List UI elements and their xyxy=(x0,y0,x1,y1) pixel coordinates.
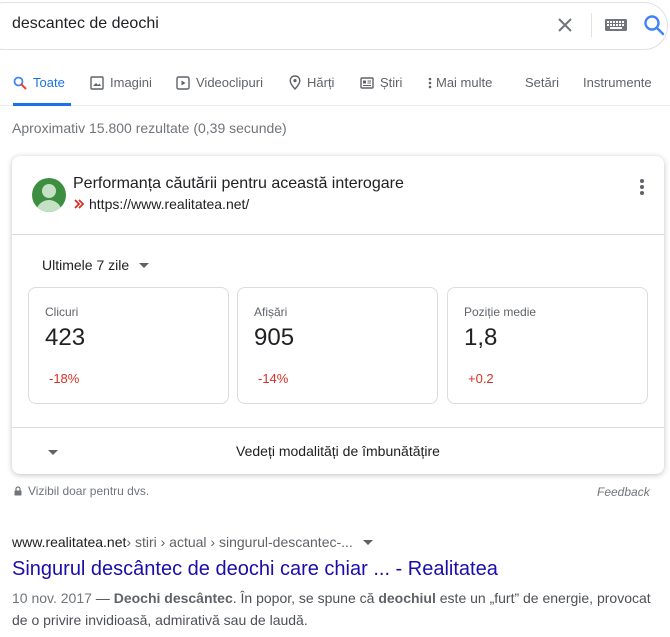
chevron-down-icon xyxy=(139,262,150,268)
metric-delta: -18% xyxy=(49,371,80,386)
tab-label: Imagini xyxy=(110,75,152,90)
tab-settings[interactable]: Setări xyxy=(525,75,559,90)
result-title-link[interactable]: Singurul descântec de deochi care chiar … xyxy=(12,558,498,581)
tab-news[interactable]: Știri xyxy=(360,75,402,90)
result-path: › stiri › actual › singurul-descantec-..… xyxy=(126,534,353,550)
close-icon[interactable] xyxy=(555,15,575,35)
more-vert-icon xyxy=(428,77,432,88)
search-icon[interactable] xyxy=(643,14,665,36)
tab-all[interactable]: Toate xyxy=(13,75,65,90)
feedback-link[interactable]: Feedback xyxy=(597,485,650,499)
card-site-url[interactable]: https://www.realitatea.net/ xyxy=(73,196,249,212)
snippet-bold: deochiul xyxy=(378,590,436,606)
tab-label: Hărți xyxy=(307,75,335,90)
chevron-down-icon[interactable] xyxy=(362,539,373,545)
search-performance-card: Performanța căutării pentru această inte… xyxy=(12,156,664,474)
divider xyxy=(12,234,664,235)
tab-more[interactable]: Mai multe xyxy=(428,75,492,90)
metric-impressions: Afișări 905 -14% xyxy=(237,287,438,404)
metric-value: 423 xyxy=(45,324,86,351)
tab-label: Toate xyxy=(33,75,65,90)
video-icon xyxy=(176,75,190,90)
search-input[interactable]: descantec de deochi xyxy=(12,15,159,33)
metric-value: 1,8 xyxy=(464,324,498,351)
period-label: Ultimele 7 zile xyxy=(42,257,130,273)
tab-maps[interactable]: Hărți xyxy=(289,75,334,90)
more-vert-icon[interactable] xyxy=(639,178,645,196)
result-date: 10 nov. 2017 xyxy=(12,590,92,606)
news-icon xyxy=(360,76,374,89)
metric-value: 905 xyxy=(254,324,295,351)
result-breadcrumb[interactable]: www.realitatea.net › stiri › actual › si… xyxy=(12,534,373,550)
divider xyxy=(591,13,592,37)
card-title: Performanța căutării pentru această inte… xyxy=(73,175,404,192)
tab-videos[interactable]: Videoclipuri xyxy=(176,75,263,90)
metric-delta: -14% xyxy=(258,371,289,386)
tab-label: Știri xyxy=(380,75,403,90)
lock-icon xyxy=(14,486,22,496)
metric-label: Poziție medie xyxy=(464,305,537,319)
tab-tools[interactable]: Instrumente xyxy=(583,75,652,90)
metric-average-position: Poziție medie 1,8 +0.2 xyxy=(447,287,648,404)
map-pin-icon xyxy=(289,75,301,90)
search-icon xyxy=(13,76,27,89)
image-icon xyxy=(90,75,104,90)
snippet-dash: — xyxy=(91,590,114,606)
result-site: www.realitatea.net xyxy=(12,534,127,550)
snippet-bold: Deochi descântec xyxy=(113,590,233,606)
period-dropdown[interactable]: Ultimele 7 zile xyxy=(42,257,150,273)
url-text: https://www.realitatea.net/ xyxy=(89,196,250,212)
snippet-text: . În popor, se spune că xyxy=(232,590,379,606)
metric-clicks: Clicuri 423 -18% xyxy=(28,287,229,404)
tab-images[interactable]: Imagini xyxy=(90,75,152,90)
metric-label: Afișări xyxy=(254,305,288,319)
visibility-note: Vizibil doar pentru dvs. xyxy=(14,484,149,498)
improve-suggestions-button[interactable]: Vedeți modalități de îmbunătățire xyxy=(12,443,664,459)
active-tab-indicator xyxy=(13,103,71,106)
chevron-down-icon[interactable] xyxy=(48,450,58,455)
tab-label: Mai multe xyxy=(436,75,493,90)
results-stats: Aproximativ 15.800 rezultate (0,39 secun… xyxy=(12,120,287,136)
site-favicon-icon xyxy=(74,199,85,209)
result-snippet: 10 nov. 2017 — Deochi descântec. În popo… xyxy=(12,587,662,631)
tab-label: Videoclipuri xyxy=(196,75,263,90)
metric-label: Clicuri xyxy=(45,305,79,319)
tab-label: Setări xyxy=(525,75,559,90)
search-tabs: Toate Imagini Videoclipuri Hărți Știri M… xyxy=(0,66,670,106)
metric-delta: +0.2 xyxy=(468,371,494,386)
avatar xyxy=(32,178,66,212)
tab-label: Instrumente xyxy=(583,75,652,90)
divider xyxy=(12,427,664,428)
keyboard-icon[interactable] xyxy=(604,17,628,33)
visibility-text: Vizibil doar pentru dvs. xyxy=(28,484,150,498)
